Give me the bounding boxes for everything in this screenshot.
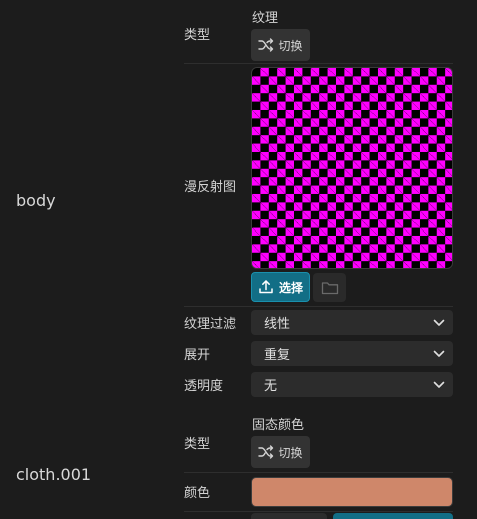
- partial-control[interactable]: [251, 513, 327, 519]
- chevron-down-icon: [433, 319, 445, 326]
- divider: [184, 306, 453, 307]
- texture-filter-value: 线性: [264, 317, 291, 332]
- chevron-down-icon: [433, 350, 445, 357]
- divider: [184, 472, 453, 473]
- upload-icon: [259, 280, 273, 294]
- switch-type-button[interactable]: 切换: [251, 436, 310, 468]
- diffuse-map-label: 漫反射图: [184, 180, 237, 195]
- wrap-value: 重复: [264, 348, 291, 363]
- material-panel: body 类型 纹理 切换 漫反射图 选择 纹理过滤 线性 展开 重复 透明度 …: [0, 0, 477, 519]
- transparency-label: 透明度: [184, 379, 224, 394]
- color-swatch[interactable]: [251, 477, 453, 507]
- partial-accent-button[interactable]: [333, 513, 453, 519]
- color-label: 颜色: [184, 486, 211, 501]
- diffuse-texture-preview[interactable]: [251, 67, 453, 269]
- texture-filter-dropdown[interactable]: 线性: [251, 310, 453, 335]
- chevron-down-icon: [433, 381, 445, 388]
- texture-filter-label: 纹理过滤: [184, 317, 237, 332]
- shuffle-icon: [258, 445, 274, 459]
- switch-type-button[interactable]: 切换: [251, 29, 310, 61]
- transparency-dropdown[interactable]: 无: [251, 372, 453, 397]
- material-name-body: body: [16, 191, 56, 210]
- shuffle-icon: [258, 38, 274, 52]
- select-texture-button[interactable]: 选择: [251, 272, 310, 302]
- switch-label: 切换: [278, 38, 303, 53]
- open-folder-button[interactable]: [313, 273, 346, 302]
- material-name-cloth: cloth.001: [16, 465, 92, 484]
- type-label: 类型: [184, 437, 211, 452]
- type-label: 类型: [184, 28, 211, 43]
- select-label: 选择: [278, 280, 303, 295]
- wrap-dropdown[interactable]: 重复: [251, 341, 453, 366]
- type-value: 固态颜色: [252, 418, 305, 433]
- divider: [184, 511, 453, 512]
- folder-icon: [321, 281, 338, 294]
- transparency-value: 无: [264, 379, 278, 394]
- type-value: 纹理: [252, 11, 279, 26]
- divider: [184, 63, 453, 64]
- wrap-label: 展开: [184, 348, 211, 363]
- switch-label: 切换: [278, 445, 303, 460]
